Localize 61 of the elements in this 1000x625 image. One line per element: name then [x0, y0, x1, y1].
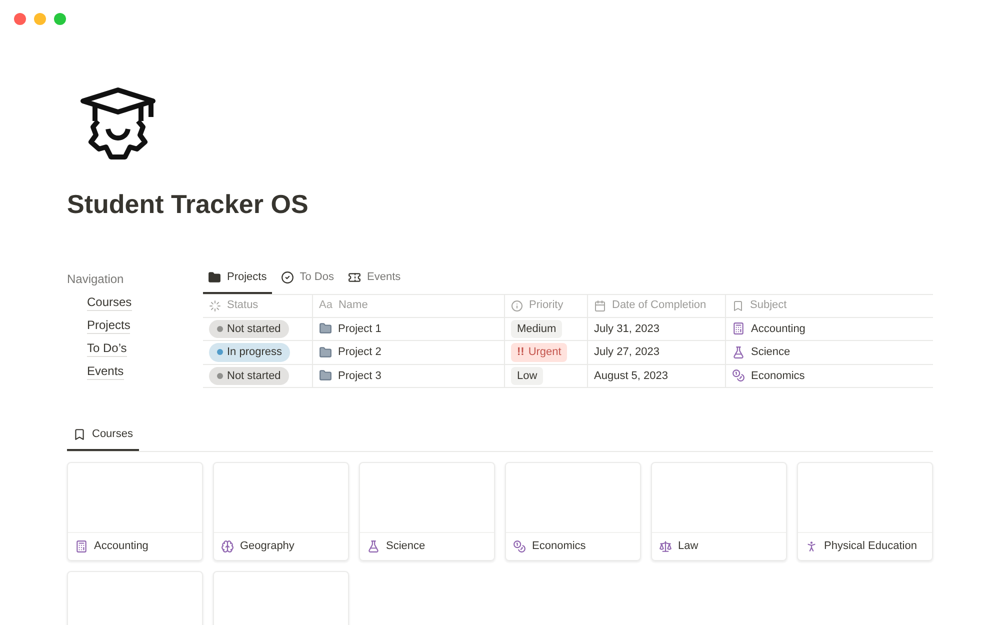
minimize-window-button[interactable] [34, 13, 46, 25]
course-card[interactable]: Law [651, 462, 787, 560]
calendar-icon [594, 300, 606, 312]
page-title: Student Tracker OS [67, 188, 310, 221]
priority-tag: Medium [511, 320, 562, 338]
project-name[interactable]: Project 1 [338, 320, 382, 337]
person-icon [805, 540, 818, 552]
bookmark-icon [732, 300, 744, 312]
status-tag: In progress [209, 343, 290, 362]
calculator-icon [75, 540, 88, 552]
course-title: Science [386, 538, 426, 554]
loader-icon [209, 300, 221, 312]
course-title: Geography [240, 538, 294, 554]
bookmark-icon [73, 428, 86, 441]
navigation-heading: Navigation [67, 271, 125, 288]
navigation-link[interactable]: To Do’s [87, 340, 127, 357]
subject-link[interactable]: Science [751, 344, 790, 360]
folder-icon [319, 346, 332, 359]
project-name[interactable]: Project 2 [338, 344, 382, 360]
text-type-icon: Aa [319, 297, 332, 314]
folder-icon [319, 322, 332, 336]
ticket-icon [348, 270, 361, 284]
maximize-window-button[interactable] [54, 13, 66, 25]
folder-icon [319, 369, 332, 382]
coins-icon [732, 369, 745, 382]
status-tag: Not started [209, 320, 289, 338]
course-title: Economics [532, 538, 586, 554]
flask-icon [732, 346, 745, 359]
course-card[interactable]: Science [359, 462, 495, 560]
navigation-link[interactable]: Events [87, 363, 124, 380]
close-window-button[interactable] [14, 13, 26, 25]
view-tab[interactable]: Courses [67, 426, 139, 450]
date-text: August 5, 2023 [594, 368, 668, 384]
course-title: Physical Education [824, 538, 917, 554]
course-card[interactable]: Geography [213, 462, 349, 560]
project-name[interactable]: Project 3 [338, 368, 382, 384]
priority-tag: !! Urgent [511, 343, 568, 362]
check-circle-icon [280, 270, 294, 284]
course-card[interactable]: Economics [505, 462, 641, 560]
navigation-link[interactable]: Projects [87, 317, 130, 334]
subject-link[interactable]: Accounting [751, 320, 806, 337]
view-tab[interactable]: To Dos [276, 269, 339, 294]
course-title: Law [678, 538, 698, 554]
course-title: Accounting [94, 538, 148, 554]
flask-icon [367, 540, 380, 552]
info-icon [511, 300, 523, 312]
folder-icon [208, 270, 221, 284]
brain-icon [221, 540, 234, 552]
status-tag: Not started [209, 366, 289, 385]
view-tab[interactable]: Projects [203, 269, 272, 294]
date-text: July 27, 2023 [594, 345, 660, 360]
date-text: July 31, 2023 [594, 322, 660, 336]
view-tab[interactable]: Events [343, 269, 406, 294]
coins-icon [513, 540, 526, 552]
subject-link[interactable]: Economics [751, 368, 805, 384]
scale-icon [659, 540, 672, 552]
course-card[interactable]: Accounting [67, 462, 203, 560]
navigation-link[interactable]: Courses [87, 294, 132, 311]
priority-tag: Low [511, 366, 544, 385]
course-card[interactable]: Physical Education [797, 462, 933, 560]
calculator-icon [732, 322, 745, 336]
